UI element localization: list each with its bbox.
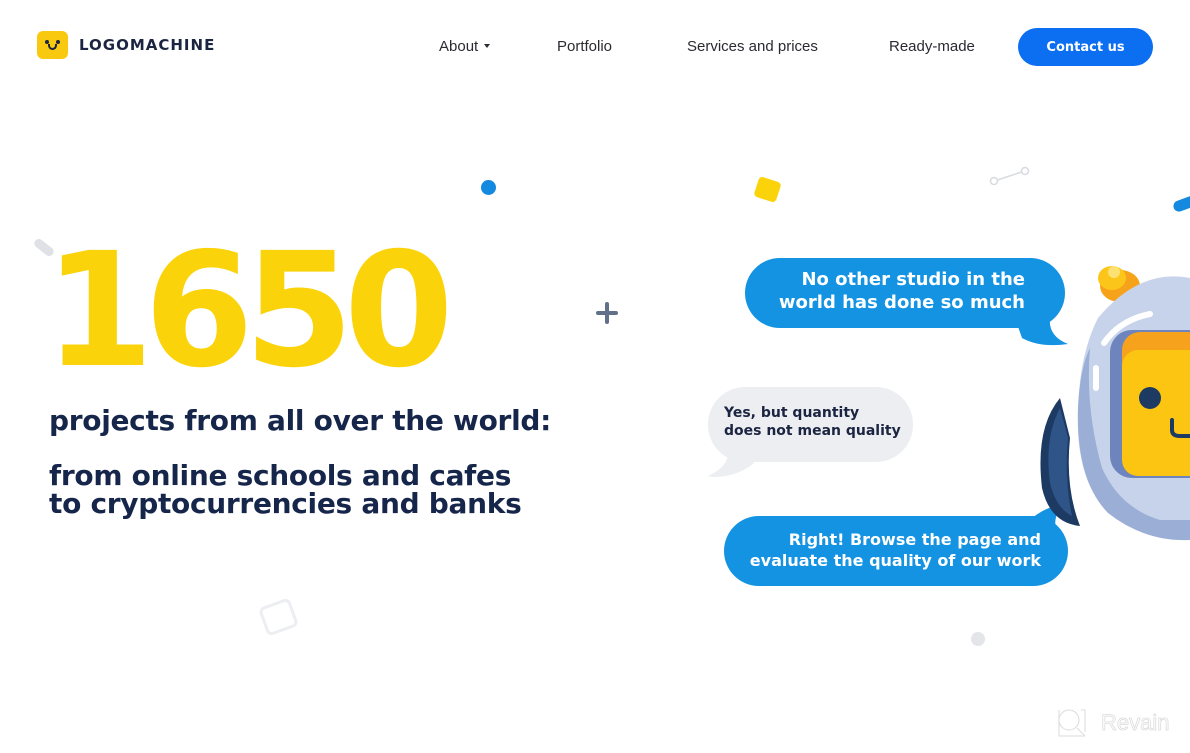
nav-ready-made[interactable]: Ready-made (889, 38, 975, 55)
yellow-square-decoration (753, 175, 782, 204)
speech-bubble-robot-2: Right! Browse the page and evaluate the … (724, 516, 1068, 586)
bubble3-line1: Right! Browse the page and (788, 530, 1041, 549)
projects-count: 1650 (44, 219, 454, 403)
bubble3-line2: evaluate the quality of our work (749, 551, 1041, 570)
bubble1-line1: No other studio in the (801, 269, 1025, 290)
logo-text: LOGOMACHINE (79, 36, 216, 54)
nav-about-label: About (439, 38, 479, 55)
logo[interactable]: LOGOMACHINE (37, 31, 215, 59)
hero-subtitle: projects from all over the world: (49, 404, 552, 437)
smiley-logo-icon (37, 31, 68, 59)
bubble2-line1: Yes, but quantity (724, 405, 860, 421)
contact-us-button[interactable]: Contact us (1018, 28, 1153, 66)
blue-dot-decoration (481, 180, 496, 195)
revain-watermark: Revain (1055, 706, 1170, 740)
robot-mascot-illustration (1040, 266, 1190, 541)
nav-services-and-prices[interactable]: Services and prices (687, 38, 818, 55)
hero-description: from online schools and cafes to cryptoc… (49, 459, 522, 520)
bubble2-line2: does not mean quality (724, 423, 901, 439)
caret-down-icon (484, 44, 491, 49)
connector-line-decoration (989, 166, 1030, 186)
plus-icon (594, 300, 620, 326)
grey-dot-decoration (971, 632, 985, 646)
revain-logo-icon (1058, 709, 1086, 737)
blue-pill-decoration (1171, 193, 1190, 214)
hero-description-line2: to cryptocurrencies and banks (49, 487, 522, 520)
speech-bubble-robot-1: No other studio in the world has done so… (745, 258, 1065, 328)
outline-square-decoration (257, 597, 300, 637)
nav-about[interactable]: About (439, 38, 491, 55)
hero-description-line1: from online schools and cafes (49, 459, 512, 492)
bubble1-line2: world has done so much (778, 292, 1025, 313)
speech-bubble-user: Yes, but quantity does not mean quality (708, 387, 913, 462)
nav-portfolio[interactable]: Portfolio (557, 38, 612, 55)
site-header: LOGOMACHINE About Portfolio Services and… (0, 0, 1190, 92)
revain-watermark-text: Revain (1101, 710, 1170, 736)
